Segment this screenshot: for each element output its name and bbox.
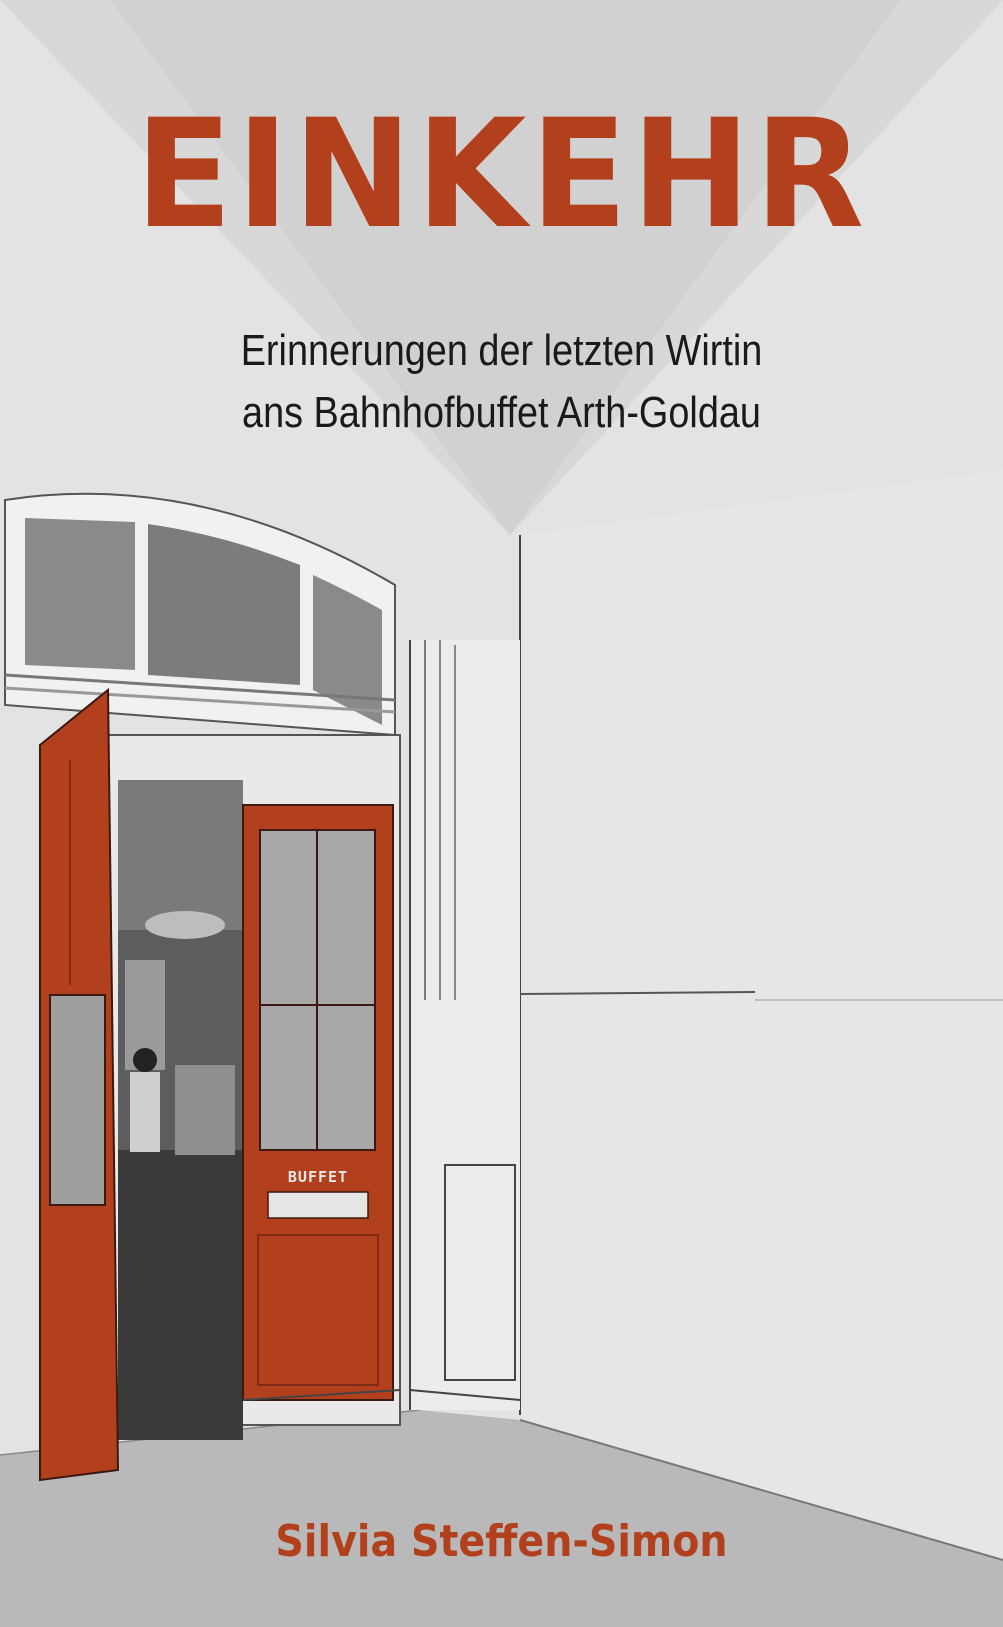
book-title: EINKEHR bbox=[135, 88, 868, 262]
right-wall bbox=[520, 470, 1003, 1560]
interior-floor bbox=[118, 1150, 243, 1440]
pilaster bbox=[410, 640, 520, 1410]
door-plate bbox=[267, 1191, 369, 1219]
interior-person-head bbox=[133, 1048, 157, 1072]
book-cover: BUFFET EINKEHR Erinnerungen der letzten … bbox=[0, 0, 1003, 1627]
subtitle-line-1: Erinnerungen der letzten Wirtin bbox=[240, 326, 763, 375]
interior-lamp bbox=[145, 911, 225, 939]
door-sign: BUFFET bbox=[288, 1168, 348, 1186]
book-subtitle: Erinnerungen der letzten Wirtin ans Bahn… bbox=[70, 320, 933, 444]
subtitle-line-2: ans Bahnhofbuffet Arth-Goldau bbox=[242, 388, 761, 437]
transom-pane-1 bbox=[25, 518, 135, 670]
author-name: Silvia Steffen-Simon bbox=[275, 1516, 728, 1567]
interior-counter bbox=[175, 1065, 235, 1155]
door-leaf-left-window bbox=[49, 994, 106, 1206]
interior-ceiling bbox=[118, 780, 243, 930]
interior-person-body bbox=[130, 1072, 160, 1152]
